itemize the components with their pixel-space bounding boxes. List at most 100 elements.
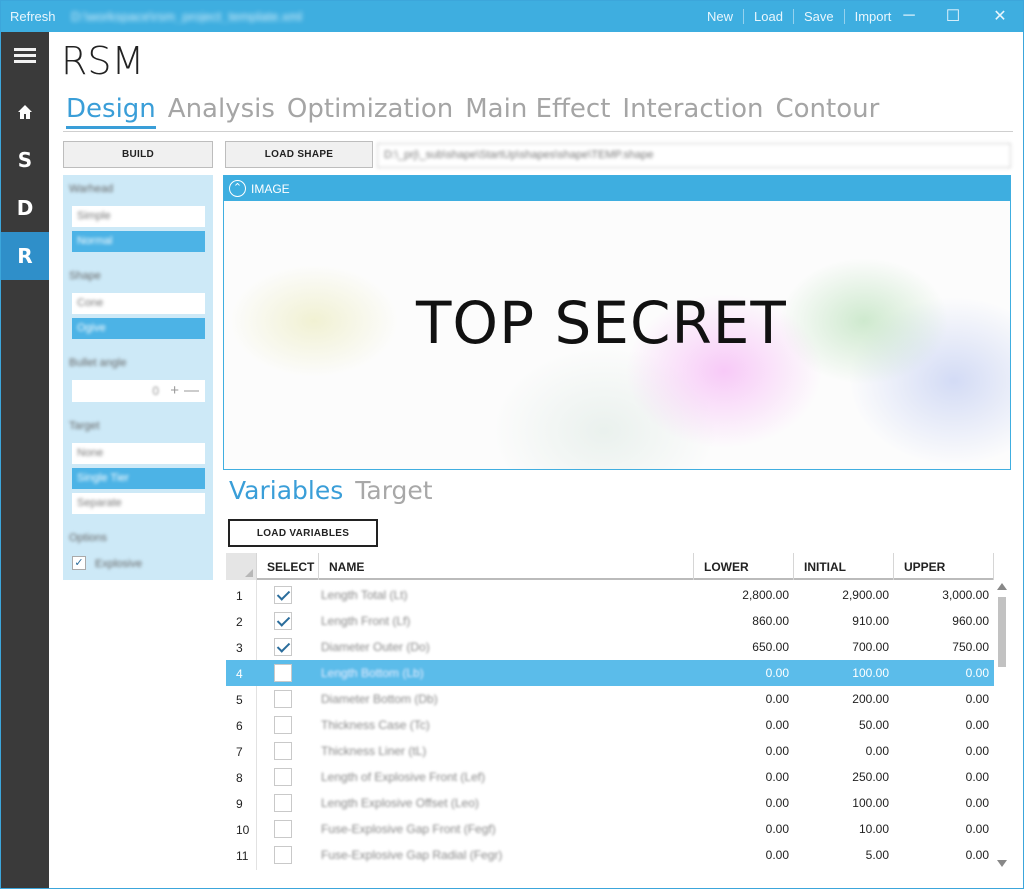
column-select[interactable]: SELECT bbox=[256, 553, 318, 580]
initial-value[interactable]: 100.00 bbox=[799, 796, 889, 810]
table-row[interactable]: 3 Diameter Outer (Do) 650.00 700.00 750.00 bbox=[226, 634, 994, 660]
tab-target[interactable]: Target bbox=[355, 476, 432, 505]
option-normal[interactable]: Normal bbox=[72, 231, 205, 252]
lower-value[interactable]: 0.00 bbox=[699, 718, 789, 732]
row-select-checkbox[interactable] bbox=[274, 820, 292, 838]
load-shape-button[interactable]: LOAD SHAPE bbox=[225, 141, 373, 168]
initial-value[interactable]: 250.00 bbox=[799, 770, 889, 784]
table-row[interactable]: 7 Thickness Liner (tL) 0.00 0.00 0.00 bbox=[226, 738, 994, 764]
scroll-thumb[interactable] bbox=[998, 597, 1006, 667]
select-all-corner[interactable] bbox=[226, 553, 256, 580]
table-row[interactable]: 9 Length Explosive Offset (Leo) 0.00 100.00… bbox=[226, 790, 994, 816]
table-row[interactable]: 10 Fuse-Explosive Gap Front (Fegf) 0.00 10.… bbox=[226, 816, 994, 842]
minimize-icon[interactable]: ─ bbox=[898, 5, 920, 27]
row-select-checkbox[interactable] bbox=[274, 586, 292, 604]
option-simple[interactable]: Simple bbox=[72, 206, 205, 227]
row-select-checkbox[interactable] bbox=[274, 638, 292, 656]
option-separate[interactable]: Separate bbox=[72, 493, 205, 514]
upper-value[interactable]: 0.00 bbox=[899, 718, 989, 732]
lower-value[interactable]: 0.00 bbox=[699, 666, 789, 680]
tab-analysis[interactable]: Analysis bbox=[168, 94, 275, 129]
option-single-tier[interactable]: Single Tier bbox=[72, 468, 205, 489]
lower-value[interactable]: 0.00 bbox=[699, 822, 789, 836]
scroll-down-icon[interactable] bbox=[997, 860, 1007, 867]
new-button[interactable]: New bbox=[697, 9, 743, 24]
tab-design[interactable]: Design bbox=[66, 94, 156, 129]
row-select-checkbox[interactable] bbox=[274, 690, 292, 708]
tab-main-effect[interactable]: Main Effect bbox=[465, 94, 610, 129]
column-upper[interactable]: UPPER bbox=[893, 553, 994, 580]
row-select-checkbox[interactable] bbox=[274, 846, 292, 864]
home-icon[interactable] bbox=[1, 88, 49, 136]
upper-value[interactable]: 3,000.00 bbox=[899, 588, 989, 602]
initial-value[interactable]: 700.00 bbox=[799, 640, 889, 654]
tab-interaction[interactable]: Interaction bbox=[622, 94, 763, 129]
shape-path-input[interactable]: D:\_prj\_sub\shape\StartUp\shapes\shape\… bbox=[377, 143, 1011, 168]
option-cone[interactable]: Cone bbox=[72, 293, 205, 314]
tab-contour[interactable]: Contour bbox=[775, 94, 879, 129]
initial-value[interactable]: 910.00 bbox=[799, 614, 889, 628]
table-row[interactable]: 6 Thickness Case (Tc) 0.00 50.00 0.00 bbox=[226, 712, 994, 738]
option-none[interactable]: None bbox=[72, 443, 205, 464]
initial-value[interactable]: 200.00 bbox=[799, 692, 889, 706]
maximize-icon[interactable]: ☐ bbox=[942, 5, 964, 27]
table-scrollbar[interactable] bbox=[996, 583, 1009, 871]
upper-value[interactable]: 0.00 bbox=[899, 666, 989, 680]
lower-value[interactable]: 650.00 bbox=[699, 640, 789, 654]
upper-value[interactable]: 0.00 bbox=[899, 796, 989, 810]
table-row[interactable]: 1 Length Total (Lt) 2,800.00 2,900.00 3,000.… bbox=[226, 582, 994, 608]
row-select-checkbox[interactable] bbox=[274, 664, 292, 682]
tab-variables[interactable]: Variables bbox=[229, 476, 343, 505]
nav-item-d[interactable]: D bbox=[1, 184, 49, 232]
upper-value[interactable]: 0.00 bbox=[899, 744, 989, 758]
load-variables-button[interactable]: LOAD VARIABLES bbox=[228, 519, 378, 547]
column-lower[interactable]: LOWER bbox=[693, 553, 793, 580]
table-row[interactable]: 5 Diameter Bottom (Db) 0.00 200.00 0.00 bbox=[226, 686, 994, 712]
plus-icon[interactable]: + bbox=[170, 382, 179, 399]
row-select-checkbox[interactable] bbox=[274, 612, 292, 630]
explosive-checkbox[interactable]: ✓ bbox=[72, 556, 86, 570]
upper-value[interactable]: 0.00 bbox=[899, 692, 989, 706]
nav-item-r[interactable]: R bbox=[1, 232, 49, 280]
lower-value[interactable]: 0.00 bbox=[699, 692, 789, 706]
table-row[interactable]: 4 Length Bottom (Lb) 0.00 100.00 0.00 bbox=[226, 660, 994, 686]
upper-value[interactable]: 0.00 bbox=[899, 770, 989, 784]
load-button[interactable]: Load bbox=[743, 9, 793, 24]
lower-value[interactable]: 2,800.00 bbox=[699, 588, 789, 602]
upper-value[interactable]: 750.00 bbox=[899, 640, 989, 654]
angle-stepper[interactable]: 0 + — bbox=[72, 380, 205, 402]
initial-value[interactable]: 5.00 bbox=[799, 848, 889, 862]
row-select-checkbox[interactable] bbox=[274, 768, 292, 786]
scroll-up-icon[interactable] bbox=[997, 583, 1007, 590]
close-icon[interactable]: ✕ bbox=[989, 5, 1011, 27]
lower-value[interactable]: 0.00 bbox=[699, 796, 789, 810]
initial-value[interactable]: 0.00 bbox=[799, 744, 889, 758]
import-button[interactable]: Import bbox=[843, 9, 902, 24]
minus-icon[interactable]: — bbox=[184, 382, 199, 399]
initial-value[interactable]: 100.00 bbox=[799, 666, 889, 680]
table-row[interactable]: 11 Fuse-Explosive Gap Radial (Fegr) 0.00 5.… bbox=[226, 842, 994, 868]
row-select-checkbox[interactable] bbox=[274, 716, 292, 734]
save-button[interactable]: Save bbox=[792, 9, 844, 24]
initial-value[interactable]: 10.00 bbox=[799, 822, 889, 836]
upper-value[interactable]: 0.00 bbox=[899, 822, 989, 836]
lower-value[interactable]: 0.00 bbox=[699, 744, 789, 758]
column-initial[interactable]: INITIAL bbox=[793, 553, 893, 580]
upper-value[interactable]: 960.00 bbox=[899, 614, 989, 628]
column-name[interactable]: NAME bbox=[318, 553, 693, 580]
table-row[interactable]: 2 Length Front (Lf) 860.00 910.00 960.00 bbox=[226, 608, 994, 634]
nav-item-s[interactable]: S bbox=[1, 136, 49, 184]
row-select-checkbox[interactable] bbox=[274, 794, 292, 812]
initial-value[interactable]: 50.00 bbox=[799, 718, 889, 732]
lower-value[interactable]: 860.00 bbox=[699, 614, 789, 628]
lower-value[interactable]: 0.00 bbox=[699, 848, 789, 862]
table-row[interactable]: 8 Length of Explosive Front (Lef) 0.00 250.… bbox=[226, 764, 994, 790]
lower-value[interactable]: 0.00 bbox=[699, 770, 789, 784]
hamburger-menu-icon[interactable] bbox=[14, 48, 36, 64]
upper-value[interactable]: 0.00 bbox=[899, 848, 989, 862]
initial-value[interactable]: 2,900.00 bbox=[799, 588, 889, 602]
option-ogive[interactable]: Ogive bbox=[72, 318, 205, 339]
build-button[interactable]: BUILD bbox=[63, 141, 213, 168]
image-panel-header[interactable]: ⌃ IMAGE bbox=[224, 176, 1010, 201]
tab-optimization[interactable]: Optimization bbox=[287, 94, 453, 129]
